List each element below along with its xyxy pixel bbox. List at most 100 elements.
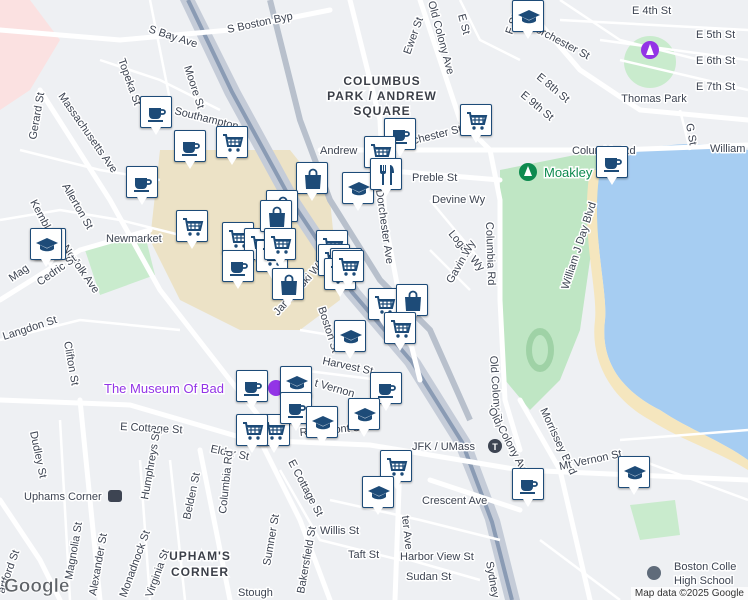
marker-box: [140, 96, 172, 128]
marker-pointer: [317, 437, 327, 445]
school-label-2[interactable]: High School: [673, 574, 735, 589]
cafe-icon: [519, 479, 538, 495]
place-marker-school[interactable]: [512, 0, 544, 40]
uphams-corner-station-label[interactable]: Uphams Corner: [23, 490, 104, 505]
map-attribution[interactable]: Map data ©2025 Google: [630, 587, 748, 600]
marker-pointer: [247, 445, 257, 453]
place-marker-grocery-cart[interactable]: [332, 250, 364, 290]
marker-pointer: [353, 203, 363, 211]
street-label: Andrew: [320, 145, 357, 157]
school-icon: [368, 486, 390, 500]
place-marker-grocery-cart[interactable]: [216, 126, 248, 166]
marker-box: [370, 158, 402, 190]
school-icon: [354, 408, 376, 422]
school-icon: [348, 182, 370, 196]
grocery-cart-icon: [270, 236, 291, 255]
marker-box: [30, 228, 62, 260]
place-marker-school[interactable]: [362, 476, 394, 516]
moakley-label[interactable]: Moakley: [543, 164, 595, 182]
marker-box: [332, 250, 364, 282]
restaurant-icon: [380, 165, 394, 185]
marker-box: [176, 210, 208, 242]
marker-pointer: [247, 401, 257, 409]
marker-pointer: [523, 31, 533, 39]
school-icon: [312, 416, 334, 430]
marker-box: [272, 268, 304, 300]
marker-pointer: [283, 299, 293, 307]
street-label: E 6th St: [696, 55, 735, 67]
marker-pointer: [381, 189, 391, 197]
svg-text:T: T: [492, 442, 498, 452]
place-marker-cafe[interactable]: [126, 166, 158, 206]
area-label-park-andrew: PARK / ANDREW: [327, 89, 437, 103]
place-marker-shopping-bag[interactable]: [272, 268, 304, 308]
marker-pointer: [381, 403, 391, 411]
place-marker-school[interactable]: [348, 398, 380, 438]
place-marker-cafe[interactable]: [236, 370, 268, 410]
jfk-umass-label[interactable]: JFK / UMass: [411, 440, 477, 455]
museum-label[interactable]: The Museum Of Bad: [103, 380, 226, 398]
marker-box: [296, 162, 328, 194]
marker-box: [596, 146, 628, 178]
place-marker-grocery-cart[interactable]: [236, 414, 268, 454]
cafe-icon: [147, 107, 166, 123]
street-label: Harbor View St: [400, 551, 474, 563]
marker-box: [460, 104, 492, 136]
shopping-bag-icon: [268, 206, 286, 228]
uphams-corner-rail-icon[interactable]: [108, 490, 122, 502]
marker-pointer: [343, 281, 353, 289]
street-label: Columbia Rd: [483, 222, 497, 286]
marker-pointer: [151, 127, 161, 135]
place-marker-school[interactable]: [30, 228, 62, 268]
place-marker-school[interactable]: [334, 320, 366, 360]
grocery-cart-icon: [390, 320, 411, 339]
street-label: E 4th St: [632, 5, 671, 17]
place-marker-cafe[interactable]: [174, 130, 206, 170]
area-label-uphams: UPHAM'S: [169, 549, 231, 563]
marker-pointer: [291, 423, 301, 431]
marker-pointer: [227, 157, 237, 165]
area-label-corner: CORNER: [171, 565, 229, 579]
marker-pointer: [373, 507, 383, 515]
place-marker-cafe[interactable]: [596, 146, 628, 186]
shopping-bag-icon: [404, 290, 422, 312]
area-label-columbus: COLUMBUS: [343, 74, 420, 88]
place-marker-grocery-cart[interactable]: [264, 228, 296, 268]
school-label-1[interactable]: Boston Colle: [673, 560, 738, 575]
school-icon: [518, 10, 540, 24]
street-label: Stough: [238, 587, 273, 599]
place-marker-grocery-cart[interactable]: [384, 312, 416, 352]
street-label: Sudan St: [406, 571, 451, 583]
street-label: Newmarket: [106, 233, 162, 245]
school-icon: [624, 466, 646, 480]
grocery-cart-icon: [222, 134, 243, 153]
place-marker-shopping-bag[interactable]: [296, 162, 328, 202]
cafe-icon: [181, 141, 200, 157]
street-label: Crescent Ave: [422, 495, 487, 507]
place-marker-cafe[interactable]: [512, 468, 544, 508]
marker-box: [222, 250, 254, 282]
shopping-bag-icon: [304, 168, 322, 190]
street-label: E 7th St: [696, 81, 735, 93]
marker-box: [512, 0, 544, 32]
marker-pointer: [335, 289, 345, 297]
place-marker-school[interactable]: [618, 456, 650, 496]
street-label: Willis St: [320, 525, 359, 537]
place-marker-school[interactable]: [306, 406, 338, 446]
shopping-bag-icon: [280, 274, 298, 296]
marker-box: [348, 398, 380, 430]
place-marker-cafe[interactable]: [222, 250, 254, 290]
marker-box: [216, 126, 248, 158]
place-marker-grocery-cart[interactable]: [460, 104, 492, 144]
marker-box: [334, 320, 366, 352]
thomas-park-label[interactable]: Thomas Park: [620, 92, 689, 107]
marker-pointer: [629, 487, 639, 495]
place-marker-grocery-cart[interactable]: [176, 210, 208, 250]
marker-pointer: [523, 499, 533, 507]
street-label: William: [710, 143, 745, 155]
marker-box: [236, 370, 268, 402]
grocery-cart-icon: [466, 112, 487, 131]
cafe-icon: [133, 177, 152, 193]
place-marker-restaurant[interactable]: [370, 158, 402, 198]
place-marker-cafe[interactable]: [140, 96, 172, 136]
